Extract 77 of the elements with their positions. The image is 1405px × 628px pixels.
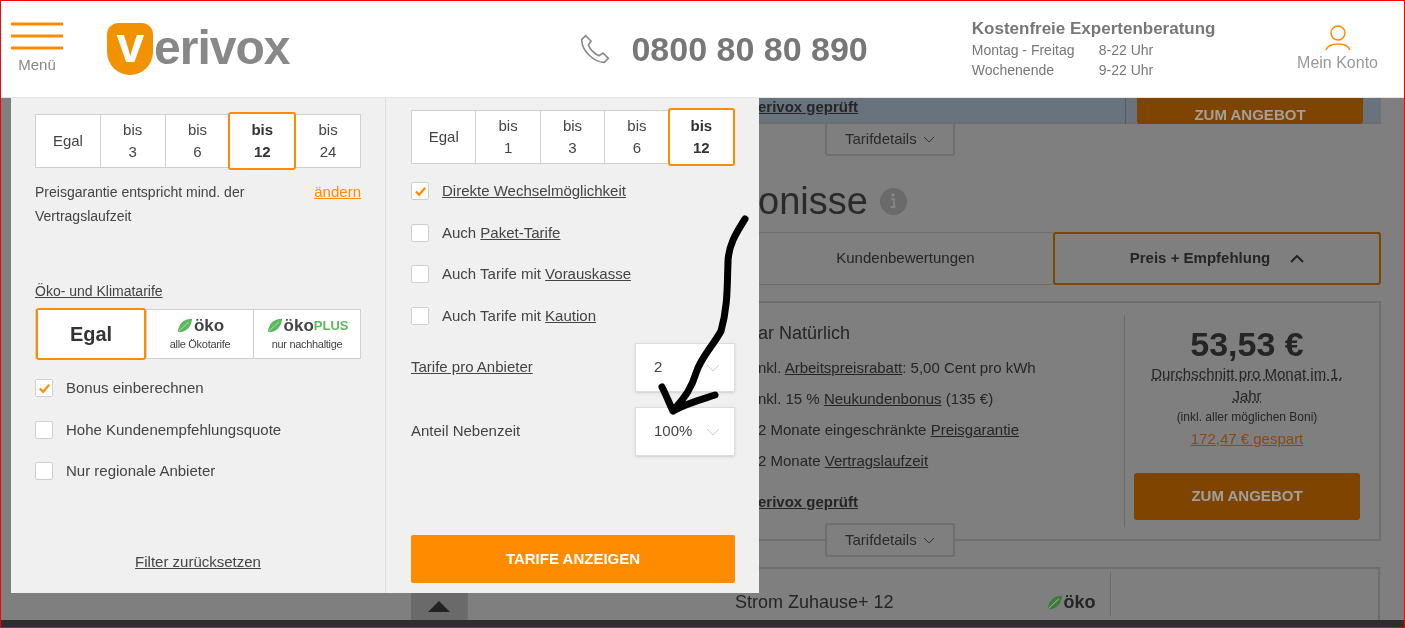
checkbox[interactable] [411,265,429,284]
chevron-down-icon [706,427,720,436]
phone-icon [579,33,612,65]
segment-option[interactable]: Egal [36,115,100,167]
checkbox[interactable] [411,182,429,201]
scroll-up-button[interactable] [411,592,466,620]
chevron-up-icon [1290,254,1305,263]
menu-icon [11,21,63,52]
eco-option[interactable]: ökoPLUS nur nachhaltige [253,310,360,358]
checkbox-label[interactable]: Nur regionale Anbieter [66,460,216,483]
chevron-down-icon [706,363,720,372]
tariff-details-button[interactable]: Tarifdetails [825,122,955,156]
checkbox-label[interactable]: Auch Paket-Tarife [442,221,561,244]
eco-heading[interactable]: Öko- und Klimatarife [35,281,163,302]
verified-link[interactable]: erivox geprüft [758,491,859,514]
user-icon [1323,23,1352,51]
segment-option[interactable]: bis 1 [475,111,540,163]
eco-label: öko [1045,589,1096,616]
segment-option[interactable]: bis 3 [539,111,605,163]
caret-up-icon [427,600,450,612]
reset-link[interactable]: Filter zurücksetzen [135,550,261,573]
checkbox-label[interactable]: Auch Tarife mit Vorauskasse [442,263,631,286]
chevron-down-icon [922,536,935,544]
check-icon [413,184,427,198]
results-heading: onisse [758,179,868,223]
checkbox[interactable] [35,379,53,398]
leaf-icon [265,317,283,335]
info-link[interactable]: Preisgarantie [930,421,1019,438]
segment-option[interactable]: Egal [412,111,476,163]
select-label: Anteil Nebenzeit [411,421,521,442]
checkbox-label[interactable]: Auch Tarife mit Kaution [442,304,596,327]
hours-time: 8-22 Uhr [1098,41,1154,60]
info-link[interactable]: Vertragslaufzeit [824,452,929,469]
tariff-feature: nkl. 15 % Neukundenbonus (135 €) [758,389,995,409]
sort-tab[interactable]: Preis + Empfehlung [1053,232,1381,285]
checkbox[interactable] [411,223,429,242]
logo[interactable]: v erivox [107,23,290,75]
segment-option[interactable]: bis 24 [295,115,360,167]
checkbox[interactable] [411,306,429,325]
eco-option[interactable]: öko alle Ökotarife [146,310,253,358]
hotline-title: Kostenfreie Expertenberatung [971,18,1216,40]
leaf-icon [175,317,193,335]
guarantee-note: Preisgarantie entspricht mind. der Vertragslaufzeit [35,183,246,226]
checkbox-label[interactable]: Bonus einberechnen [66,377,204,400]
bonus-note: (inkl. aller möglichen Boni) [1176,409,1318,426]
info-icon[interactable] [879,187,907,215]
info-link[interactable]: Vorauskasse [545,265,631,282]
info-link[interactable]: Neukundenbonus [823,390,942,407]
monthly-price: 53,53 € [1190,325,1304,363]
checkbox[interactable] [35,462,53,481]
hours-days: Montag - Freitag [971,40,1099,60]
tariff-name: ar Natürlich [758,322,852,345]
menu-button[interactable]: Menü [11,21,63,77]
checkbox-label[interactable]: Hohe Kundenempfehlungsquote [66,418,282,441]
select-label-link[interactable]: Tarife pro Anbieter [411,356,533,379]
segment-option[interactable]: bis 3 [99,115,165,167]
leaf-icon [1045,594,1063,611]
tariff-details-button[interactable]: Tarifdetails [825,523,955,557]
hours-days: Wochenende [971,60,1099,80]
checkbox[interactable] [35,420,53,439]
segment-option[interactable]: bis 12 [667,108,736,166]
tariff-name: Strom Zuhause+ 12 [735,591,894,614]
hours-time: 9-22 Uhr [1098,61,1154,80]
info-link[interactable]: Paket-Tarife [480,223,561,241]
phone-number[interactable]: 0800 80 80 890 [631,23,868,75]
tariff-feature: 2 Monate eingeschränkte Preisgarantie [758,420,1020,440]
tariff-feature: nkl. Arbeitspreisrabatt: 5,00 Cent pro kWh [758,358,1037,378]
segment-option[interactable]: bis 12 [228,112,297,170]
select-field[interactable]: 2 [635,343,735,392]
chevron-down-icon [922,135,935,143]
tariff-feature: 2 Monate Vertragslaufzeit [758,451,930,471]
check-icon [37,381,51,395]
info-glyph-icon [889,193,898,209]
select-field[interactable]: 100% [635,407,735,456]
info-link[interactable]: Kaution [545,306,596,324]
eco-option[interactable]: Egal [36,308,146,360]
price-note: Durchschnitt pro Monat im 1. Jahr [1150,364,1344,406]
